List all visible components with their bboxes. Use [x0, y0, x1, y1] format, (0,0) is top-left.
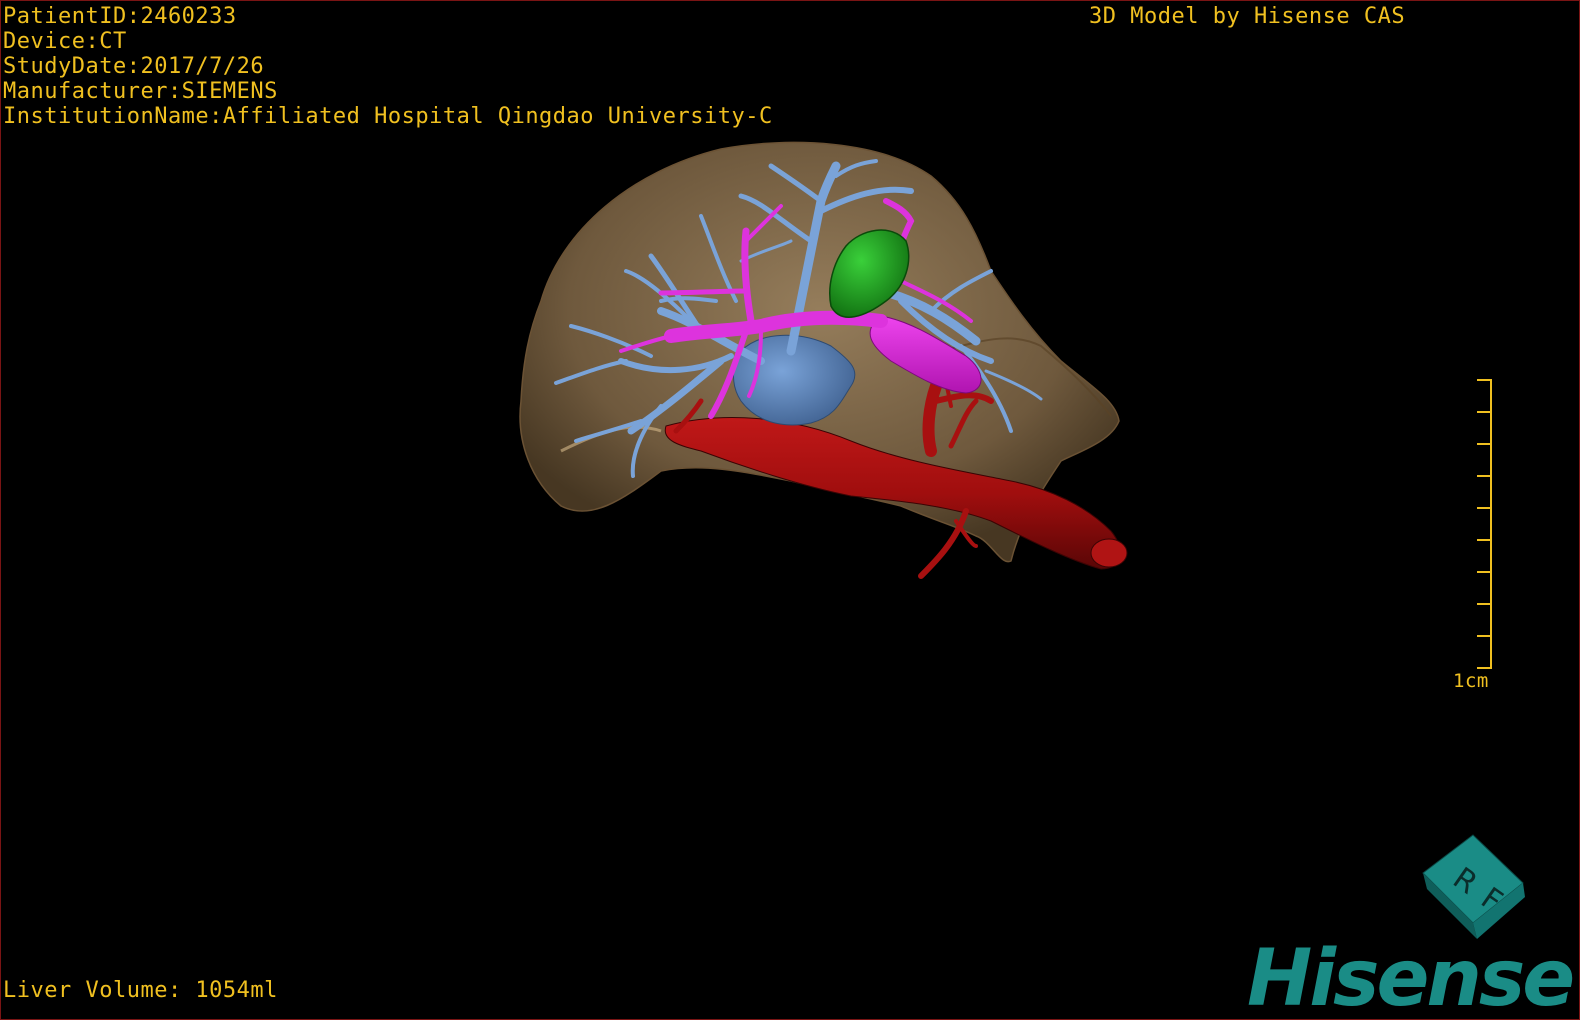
model-credit: 3D Model by Hisense CAS: [1089, 4, 1406, 29]
orientation-cube[interactable]: R F: [1411, 831, 1536, 946]
scale-label: 1cm: [1453, 670, 1489, 692]
device: Device:CT: [3, 29, 127, 54]
manufacturer: Manufacturer:SIEMENS: [3, 79, 278, 104]
study-date: StudyDate:2017/7/26: [3, 54, 265, 79]
study-info: PatientID:2460233 Device:CT StudyDate:2017…: [3, 4, 773, 129]
liver-3d-model[interactable]: [1, 1, 1579, 1019]
3d-viewport[interactable]: PatientID:2460233 Device:CT StudyDate:2017…: [0, 0, 1580, 1020]
patient-id: PatientID:2460233: [3, 4, 237, 29]
liver-volume: Liver Volume: 1054ml: [3, 978, 278, 1003]
institution-name: InstitutionName:Affiliated Hospital Qing…: [3, 104, 773, 129]
scale-bar: [1477, 379, 1492, 669]
hisense-logo: Hisense: [1247, 934, 1575, 1020]
